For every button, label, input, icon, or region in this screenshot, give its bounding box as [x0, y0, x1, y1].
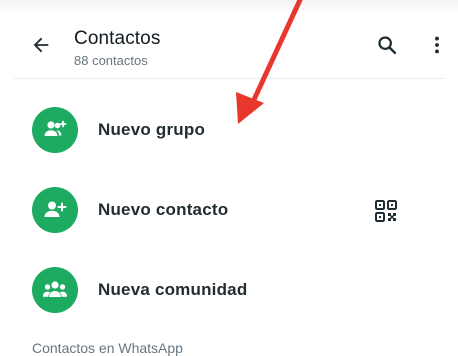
add-contact-icon	[44, 201, 67, 217]
title-block: Contactos 88 contactos	[74, 28, 160, 70]
more-vertical-icon	[435, 36, 439, 54]
section-header-contacts: Contactos en WhatsApp	[32, 340, 183, 356]
new-group-avatar	[32, 107, 78, 153]
community-icon	[43, 281, 67, 297]
search-icon	[378, 36, 397, 55]
contact-count: 88 contactos	[74, 53, 148, 68]
new-contact-item[interactable]: Nuevo contacto	[0, 167, 458, 247]
new-community-avatar	[32, 267, 78, 313]
qr-code-button[interactable]	[374, 199, 398, 223]
new-group-label: Nuevo grupo	[98, 120, 206, 139]
more-options-button[interactable]	[424, 32, 450, 58]
new-group-icon	[44, 120, 67, 136]
new-group-item[interactable]: Nuevo grupo	[0, 87, 458, 167]
search-button[interactable]	[374, 32, 400, 58]
page-title: Contactos	[74, 28, 161, 49]
back-arrow-icon	[33, 37, 49, 53]
qr-code-icon	[375, 200, 397, 222]
new-community-item[interactable]: Nueva comunidad	[0, 247, 458, 327]
app-bar: Contactos 88 contactos	[0, 14, 458, 76]
new-contact-avatar	[32, 187, 78, 233]
back-button[interactable]	[28, 32, 54, 58]
header-divider	[14, 78, 444, 79]
new-community-label: Nueva comunidad	[98, 280, 248, 299]
new-contact-label: Nuevo contacto	[98, 200, 229, 219]
status-bar-fade	[0, 0, 458, 14]
